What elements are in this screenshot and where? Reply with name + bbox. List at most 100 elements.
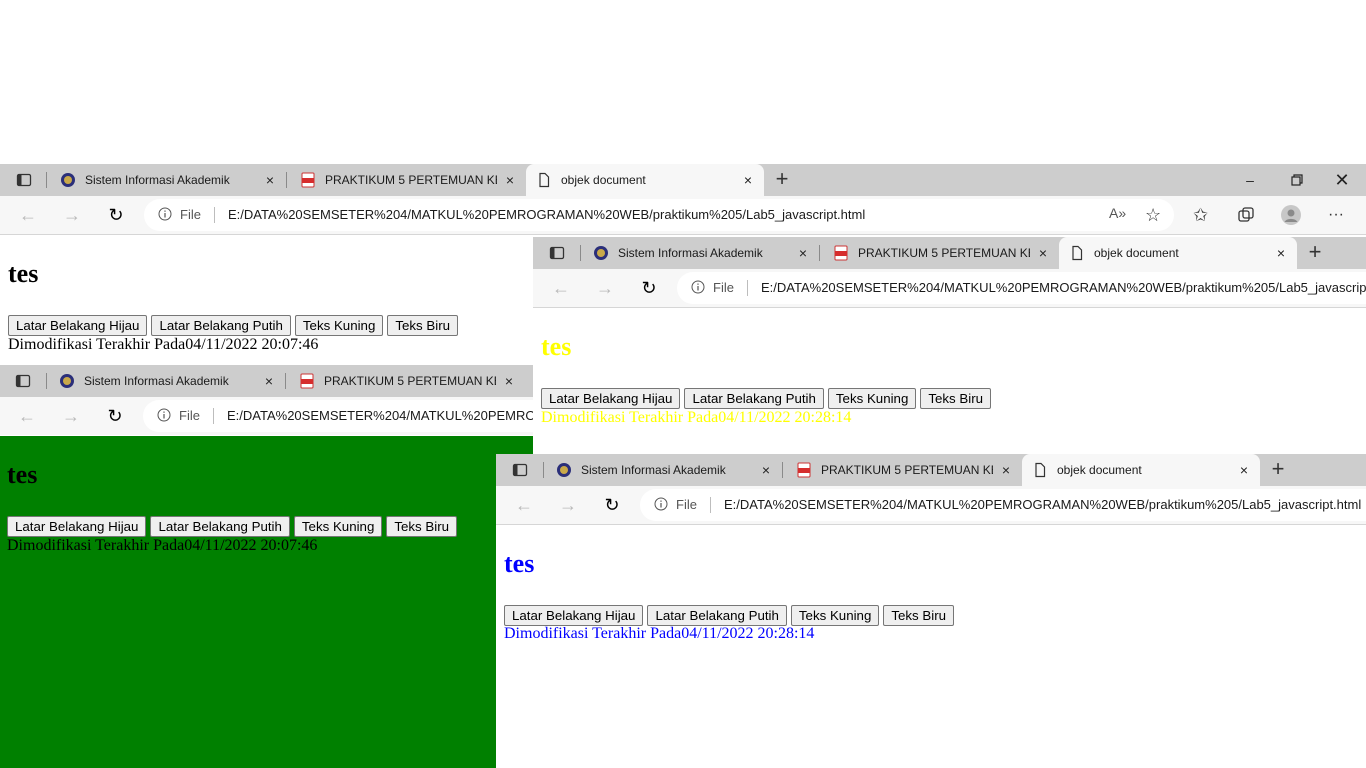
pdf-icon: [797, 462, 811, 478]
close-tab-icon[interactable]: ×: [1035, 245, 1051, 261]
tab-praktikum[interactable]: PRAKTIKUM 5 PERTEMUAN KE 6 ×: [290, 164, 526, 196]
button-row: Latar Belakang Hijau Latar Belakang Puti…: [8, 315, 459, 336]
blue-text-button[interactable]: Teks Biru: [883, 605, 955, 626]
close-tab-icon[interactable]: ×: [740, 172, 756, 188]
yellow-text-button[interactable]: Teks Kuning: [293, 516, 383, 537]
white-bg-button[interactable]: Latar Belakang Putih: [150, 516, 290, 537]
close-tab-icon[interactable]: ×: [758, 462, 774, 478]
tab-actions-icon[interactable]: [549, 245, 565, 261]
close-tab-icon[interactable]: ×: [1236, 462, 1252, 478]
yellow-text-button[interactable]: Teks Kuning: [294, 315, 384, 336]
read-aloud-icon[interactable]: A»: [1109, 205, 1129, 225]
button-row: Latar Belakang Hijau Latar Belakang Puti…: [541, 388, 992, 409]
yellow-text-button[interactable]: Teks Kuning: [790, 605, 880, 626]
close-tab-icon[interactable]: ×: [1273, 245, 1289, 261]
tab-objek-document[interactable]: objek document ×: [1022, 454, 1260, 486]
close-tab-icon[interactable]: ×: [262, 172, 278, 188]
url-text[interactable]: E:/DATA%20SEMSETER%204/MATKUL%20PEMROGRA…: [227, 408, 533, 423]
tab-actions-icon[interactable]: [15, 373, 31, 389]
tab-title: PRAKTIKUM 5 PERTEMUAN KE 6: [858, 246, 1030, 260]
browser-window-3: Sistem Informasi Akademik × PRAKTIKUM 5 …: [533, 237, 1366, 437]
tab-bar: Sistem Informasi Akademik × PRAKTIKUM 5 …: [0, 164, 1366, 196]
address-bar[interactable]: File E:/DATA%20SEMSETER%204/MATKUL%20PEM…: [677, 272, 1366, 304]
pdf-icon: [301, 172, 315, 188]
tab-praktikum[interactable]: PRAKTIKUM 5 PERTEMUAN KE 6 ×: [289, 365, 525, 397]
last-modified-text: Dimodifikasi Terakhir Pada04/11/2022 20:…: [504, 625, 815, 642]
new-tab-button[interactable]: +: [773, 168, 791, 190]
page-content: tes Latar Belakang Hijau Latar Belakang …: [496, 525, 1366, 768]
tab-actions-icon[interactable]: [512, 462, 528, 478]
tab-title: objek document: [1094, 246, 1179, 260]
tab-objek-document[interactable]: objek document ×: [1059, 237, 1297, 269]
green-bg-button[interactable]: Latar Belakang Hijau: [7, 516, 147, 537]
tab-objek-document[interactable]: objek document ×: [526, 164, 764, 196]
profile-icon[interactable]: [1281, 205, 1301, 225]
toolbar: ← → ↻ File E:/DATA%20SEMSETER%204/MATKUL…: [0, 196, 1366, 235]
tab-praktikum[interactable]: PRAKTIKUM 5 PERTEMUAN KE 6 ×: [823, 237, 1059, 269]
refresh-icon[interactable]: ↻: [601, 494, 623, 516]
minimize-icon[interactable]: –: [1240, 170, 1260, 190]
tab-sia[interactable]: Sistem Informasi Akademik ×: [49, 365, 285, 397]
blue-text-button[interactable]: Teks Biru: [920, 388, 992, 409]
white-bg-button[interactable]: Latar Belakang Putih: [647, 605, 787, 626]
green-bg-button[interactable]: Latar Belakang Hijau: [541, 388, 681, 409]
tab-title: PRAKTIKUM 5 PERTEMUAN KE 6: [324, 374, 496, 388]
url-text[interactable]: E:/DATA%20SEMSETER%204/MATKUL%20PEMROGRA…: [761, 280, 1366, 295]
close-tab-icon[interactable]: ×: [501, 373, 517, 389]
back-arrow-icon[interactable]: ←: [17, 204, 39, 226]
info-icon[interactable]: [691, 280, 705, 294]
info-icon[interactable]: [654, 497, 668, 511]
new-tab-button[interactable]: +: [1306, 241, 1324, 263]
white-bg-button[interactable]: Latar Belakang Putih: [684, 388, 824, 409]
close-tab-icon[interactable]: ×: [998, 462, 1014, 478]
yellow-text-button[interactable]: Teks Kuning: [827, 388, 917, 409]
favorites-icon[interactable]: ✩: [1193, 205, 1213, 225]
green-bg-button[interactable]: Latar Belakang Hijau: [8, 315, 148, 336]
toolbar: ← → ↻ File E:/DATA%20SEMSETER%204/MATKUL…: [0, 397, 533, 435]
green-bg-button[interactable]: Latar Belakang Hijau: [504, 605, 644, 626]
tab-title: objek document: [561, 173, 646, 187]
restore-icon[interactable]: [1287, 170, 1307, 190]
blue-text-button[interactable]: Teks Biru: [386, 516, 458, 537]
refresh-icon[interactable]: ↻: [638, 277, 660, 299]
forward-arrow-icon[interactable]: →: [60, 405, 82, 427]
white-bg-button[interactable]: Latar Belakang Putih: [151, 315, 291, 336]
more-icon[interactable]: ···: [1328, 205, 1348, 225]
address-bar[interactable]: File E:/DATA%20SEMSETER%204/MATKUL%20PEM…: [640, 489, 1366, 521]
protocol-label: File: [179, 408, 200, 423]
refresh-icon[interactable]: ↻: [104, 405, 126, 427]
blue-text-button[interactable]: Teks Biru: [387, 315, 459, 336]
tab-actions-icon[interactable]: [16, 172, 32, 188]
forward-arrow-icon[interactable]: →: [557, 494, 579, 516]
back-arrow-icon[interactable]: ←: [550, 277, 572, 299]
address-bar[interactable]: File E:/DATA%20SEMSETER%204/MATKUL%20PEM…: [144, 199, 1174, 231]
collections-icon[interactable]: [1236, 205, 1256, 225]
close-tab-icon[interactable]: ×: [261, 373, 277, 389]
tab-praktikum[interactable]: PRAKTIKUM 5 PERTEMUAN KE 6 ×: [786, 454, 1022, 486]
url-text[interactable]: E:/DATA%20SEMSETER%204/MATKUL%20PEMROGRA…: [228, 207, 865, 222]
back-arrow-icon[interactable]: ←: [513, 494, 535, 516]
tab-sia[interactable]: Sistem Informasi Akademik ×: [546, 454, 782, 486]
refresh-icon[interactable]: ↻: [105, 204, 127, 226]
url-text[interactable]: E:/DATA%20SEMSETER%204/MATKUL%20PEMROGRA…: [724, 497, 1361, 512]
close-tab-icon[interactable]: ×: [795, 245, 811, 261]
tab-title: PRAKTIKUM 5 PERTEMUAN KE 6: [821, 463, 993, 477]
page-heading: tes: [541, 332, 572, 361]
forward-arrow-icon[interactable]: →: [594, 277, 616, 299]
info-icon[interactable]: [157, 408, 171, 422]
tab-bar: Sistem Informasi Akademik × PRAKTIKUM 5 …: [533, 237, 1366, 269]
back-arrow-icon[interactable]: ←: [16, 405, 38, 427]
add-favorite-icon[interactable]: ☆: [1145, 205, 1165, 225]
forward-arrow-icon[interactable]: →: [61, 204, 83, 226]
university-seal-icon: [594, 246, 608, 260]
tab-sia[interactable]: Sistem Informasi Akademik ×: [583, 237, 819, 269]
page-heading: tes: [504, 549, 535, 578]
close-window-icon[interactable]: ✕: [1332, 170, 1352, 190]
tab-sia[interactable]: Sistem Informasi Akademik ×: [50, 164, 286, 196]
pdf-icon: [300, 373, 314, 389]
address-bar[interactable]: File E:/DATA%20SEMSETER%204/MATKUL%20PEM…: [143, 400, 533, 432]
new-tab-button[interactable]: +: [1269, 458, 1287, 480]
last-modified-text: Dimodifikasi Terakhir Pada04/11/2022 20:…: [541, 409, 852, 426]
info-icon[interactable]: [158, 207, 172, 221]
close-tab-icon[interactable]: ×: [502, 172, 518, 188]
